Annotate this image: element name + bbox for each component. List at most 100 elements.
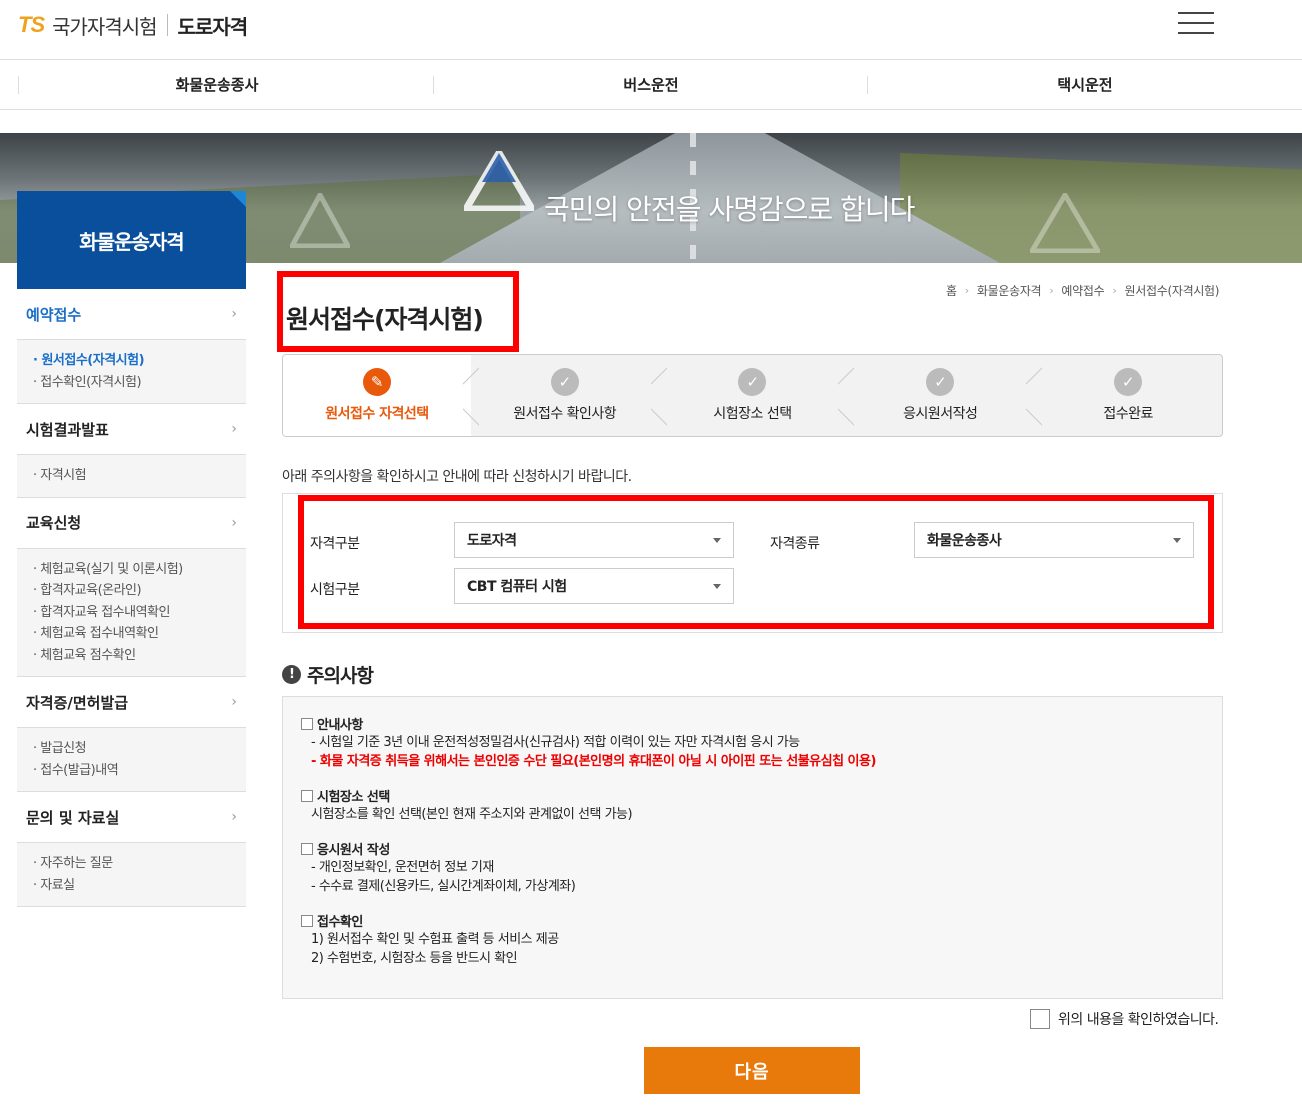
step-label: 시험장소 선택 [713,406,792,422]
breadcrumb-home[interactable]: 홈 [946,282,957,299]
logo-org-name: 국가자격시험 [52,14,157,39]
breadcrumb: 홈 › 화물운송자격 › 예약접수 › 원서접수(자격시험) [946,282,1219,299]
next-button[interactable]: 다음 [644,1047,860,1094]
qual-kind-label: 자격종류 [770,536,820,552]
chevron-right-icon: › [231,809,237,825]
caution-group-head: 시험장소 선택 [317,790,390,805]
sidebar-subitem[interactable]: 체험교육 접수내역확인 [33,623,246,645]
banner-slogan: 국민의 안전을 사명감으로 합니다 [544,193,915,226]
caution-checkbox[interactable] [301,914,313,927]
caution-line: 2) 수험번호, 시험장소 등을 반드시 확인 [311,951,518,966]
step-label: 원서접수 확인사항 [513,406,617,422]
sidebar-item-label: 교육신청 [26,514,82,532]
pencil-icon: ✎ [362,368,391,396]
chevron-right-icon: › [231,514,237,531]
sidebar-subitem[interactable]: 체험교육(실기 및 이론시험) [33,559,246,581]
chevron-right-icon: › [231,306,237,322]
nav-item-taxi[interactable]: 택시운전 [868,60,1302,109]
step-5: ✓ 접수완료 [1034,355,1222,436]
step-4: ✓ 응시원서작성 [846,355,1042,436]
nav-item-bus[interactable]: 버스운전 [434,60,868,109]
top-header: TS 국가자격시험 도로자격 [0,0,1302,60]
sidebar-item-label: 문의 및 자료실 [26,808,120,827]
caution-group: 시험장소 선택 시험장소를 확인 선택(본인 현재 주소지와 관계없이 선택 가… [301,786,1204,824]
sidebar-item-reservation[interactable]: 예약접수 › [17,289,246,339]
chevron-right-icon: › [231,421,237,437]
sidebar-submenu: 체험교육(실기 및 이론시험) 합격자교육(온라인) 합격자교육 접수내역확인 … [17,547,246,676]
sidebar-title: 화물운송자격 [17,191,246,289]
logo-ts-mark: TS [18,12,45,37]
exam-type-select[interactable]: CBT 컴퓨터 시험 [454,568,734,604]
sidebar-submenu: 원서접수(자격시험) 접수확인(자격시험) [17,339,246,403]
caution-checkbox[interactable] [301,842,313,855]
caution-checkbox[interactable] [301,717,313,730]
qualification-form: 자격구분 도로자격 자격종류 화물운송종사 시험구분 CBT 컴퓨터 시험 [282,493,1223,633]
sidebar-subitem[interactable]: 합격자교육 접수내역확인 [33,602,246,624]
agree-row: 위의 내용을 확인하였습니다. [1030,1009,1219,1029]
caret-down-icon [713,538,721,543]
caution-group-head: 응시원서 작성 [317,843,390,858]
sidebar-item-license[interactable]: 자격증/면허발급 › [17,677,246,727]
sidebar-submenu: 자격시험 [17,454,246,497]
logo-divider [166,14,168,36]
step-1: ✎ 원서접수 자격선택 [283,355,479,436]
sidebar-subitem[interactable]: 체험교육 점수확인 [33,645,246,667]
breadcrumb-item[interactable]: 예약접수 [1061,282,1104,299]
caution-checkbox[interactable] [301,789,313,802]
chevron-right-icon: › [964,284,969,297]
exclamation-icon: ! [282,665,301,684]
qual-kind-value: 화물운송종사 [927,533,1002,549]
caution-title-text: 주의사항 [307,665,374,687]
sidebar-item-faq[interactable]: 문의 및 자료실 › [17,792,246,842]
sidebar-section-faq: 문의 및 자료실 › 자주하는 질문 자료실 [17,792,246,907]
sidebar-subitem[interactable]: 자료실 [33,875,246,897]
sidebar-subitem[interactable]: 자주하는 질문 [33,853,246,875]
agree-checkbox[interactable] [1030,1009,1050,1029]
breadcrumb-item[interactable]: 화물운송자격 [977,282,1042,299]
sidebar-subitem[interactable]: 접수(발급)내역 [33,760,246,782]
sidebar-section-reservation: 예약접수 › 원서접수(자격시험) 접수확인(자격시험) [17,289,246,404]
notice-text: 아래 주의사항을 확인하시고 안내에 따라 신청하시기 바랍니다. [282,469,632,485]
qual-type-value: 도로자격 [467,533,517,549]
caution-line: - 시험일 기준 3년 이내 운전적성정밀검사(신규검사) 적합 이력이 있는 … [311,735,800,750]
sidebar-item-education[interactable]: 교육신청 › [17,497,246,548]
sidebar-item-label: 자격증/면허발급 [26,693,129,712]
caret-down-icon [1173,538,1181,543]
sidebar-subitem-check[interactable]: 접수확인(자격시험) [33,372,246,394]
progress-steps: ✎ 원서접수 자격선택 ✓ 원서접수 확인사항 ✓ 시험장소 선택 ✓ 응시원서… [282,354,1223,437]
check-icon: ✓ [926,368,955,396]
sidebar-item-results[interactable]: 시험결과발표 › [17,404,246,454]
logo-sub-name: 도로자격 [177,14,249,39]
qual-kind-select[interactable]: 화물운송종사 [914,522,1194,558]
sidebar-subitem[interactable]: 합격자교육(온라인) [33,580,246,602]
sidebar-submenu: 자주하는 질문 자료실 [17,842,246,906]
sidebar-item-label: 예약접수 [26,305,82,324]
caution-group: 안내사항 - 시험일 기준 3년 이내 운전적성정밀검사(신규검사) 적합 이력… [301,714,1204,771]
site-logo[interactable]: TS 국가자격시험 도로자격 [18,10,249,40]
caution-line: - 개인정보확인, 운전면허 정보 기재 [311,860,494,875]
sidebar-subitem[interactable]: 발급신청 [33,738,246,760]
caution-group-head: 안내사항 [317,718,363,733]
caret-down-icon [713,584,721,589]
sidebar: 예약접수 › 원서접수(자격시험) 접수확인(자격시험) 시험결과발표 › 자격… [17,289,246,907]
step-3: ✓ 시험장소 선택 [659,355,855,436]
exam-type-label: 시험구분 [310,582,360,598]
menu-icon[interactable] [1178,12,1214,34]
caution-line: 1) 원서접수 확인 및 수험표 출력 등 서비스 제공 [311,932,559,947]
step-label: 원서접수 자격선택 [325,406,429,422]
step-label: 접수완료 [1103,406,1153,422]
chevron-right-icon: › [1112,284,1117,297]
caution-heading: ! 주의사항 [282,661,374,688]
qual-type-select[interactable]: 도로자격 [454,522,734,558]
check-icon: ✓ [738,368,767,396]
agree-label[interactable]: 위의 내용을 확인하였습니다. [1058,1009,1219,1029]
step-label: 응시원서작성 [903,406,978,422]
sidebar-subitem-exam[interactable]: 자격시험 [33,465,246,487]
exam-type-value: CBT 컴퓨터 시험 [467,579,567,595]
nav-item-cargo[interactable]: 화물운송종사 [0,60,434,109]
sidebar-section-results: 시험결과발표 › 자격시험 [17,404,246,498]
sidebar-item-label: 시험결과발표 [26,420,109,439]
main-nav: 화물운송종사 버스운전 택시운전 [0,60,1302,110]
caution-box: 안내사항 - 시험일 기준 3년 이내 운전적성정밀검사(신규검사) 적합 이력… [282,696,1223,999]
sidebar-subitem-apply[interactable]: 원서접수(자격시험) [33,350,246,372]
